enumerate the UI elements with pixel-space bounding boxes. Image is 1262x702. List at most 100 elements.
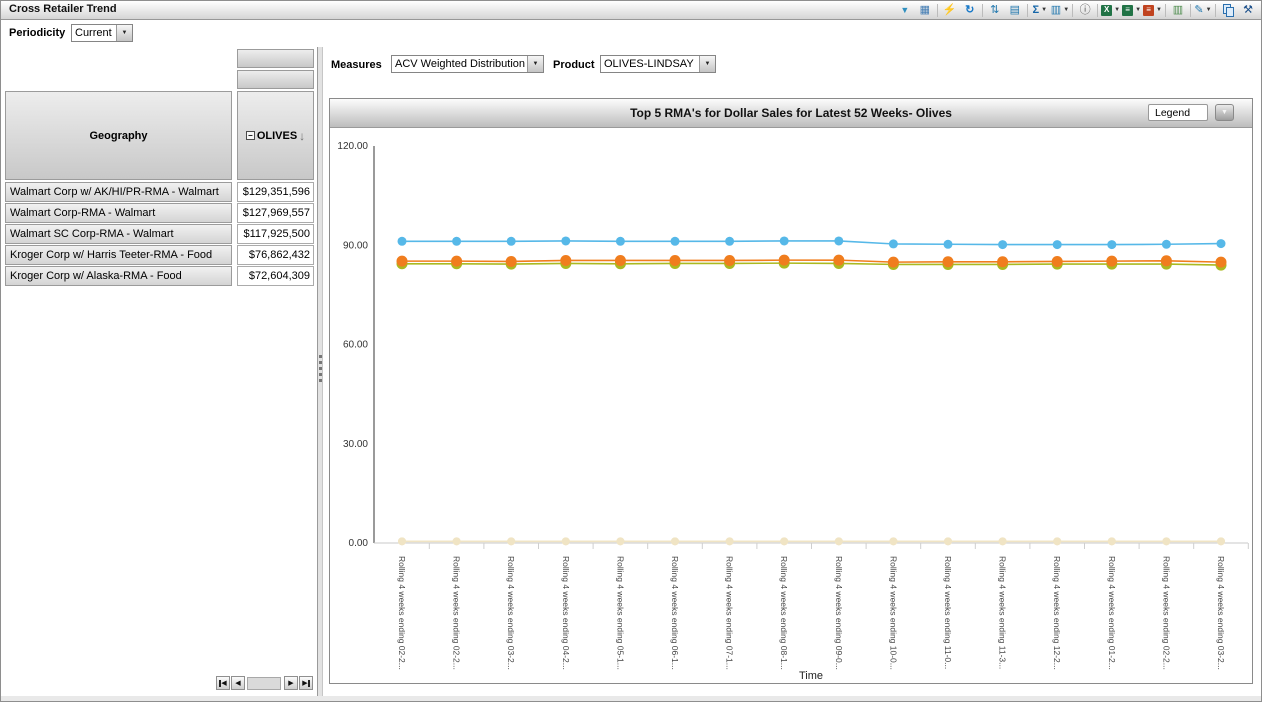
geography-table-panel: Geography − OLIVES ↓ Walmart Corp w/ AK/… [1, 47, 317, 696]
series-line-series-2 [402, 260, 1221, 262]
dropdown-arrow-icon: ▼ [116, 25, 132, 41]
columns-icon: ▥ [1051, 5, 1061, 16]
data-point [834, 236, 843, 245]
export-excel-data-button[interactable]: ≡▼ [1121, 2, 1142, 18]
value-cell: $117,925,500 [237, 224, 314, 244]
geography-cell[interactable]: Walmart Corp-RMA - Walmart [5, 203, 232, 223]
x-tick-label: Rolling 4 weeks ending 09-0... [834, 556, 844, 670]
edit-button[interactable]: ✎▼ [1193, 2, 1213, 18]
next-page-button[interactable]: ▶ [284, 676, 298, 690]
export-excel-data-icon: ≡ [1122, 5, 1133, 16]
analyze-icon: ⚡ [943, 5, 957, 16]
data-point [1053, 537, 1061, 545]
export-excel-icon: X [1101, 5, 1112, 16]
info-icon: ⓘ [1080, 5, 1091, 16]
refresh-button[interactable]: ↻ [960, 2, 980, 18]
data-point [616, 237, 625, 246]
columns-button[interactable]: ▥▼ [1050, 2, 1070, 18]
data-point [1162, 240, 1171, 249]
dropdown-arrow-icon: ▼ [699, 56, 715, 72]
geography-cell[interactable]: Kroger Corp w/ Harris Teeter-RMA - Food [5, 245, 232, 265]
data-point [398, 237, 407, 246]
data-point [833, 255, 844, 266]
olives-column-header[interactable]: − OLIVES ↓ [237, 91, 314, 180]
last-page-button[interactable]: ▶ [299, 676, 313, 690]
export-powerpoint-button[interactable]: ≡▼ [1142, 2, 1163, 18]
app-window: Cross Retailer Trend ▼▦⚡↻⇅▤Σ▼▥▼ⓘX▼≡▼≡▼▥✎… [0, 0, 1262, 702]
tools-icon: ⚒ [1243, 5, 1253, 16]
geography-cell[interactable]: Walmart SC Corp-RMA - Walmart [5, 224, 232, 244]
sort-button[interactable]: ⇅ [985, 2, 1005, 18]
filter-button[interactable]: ▼ [895, 2, 915, 18]
grid-button[interactable]: ▦ [915, 2, 935, 18]
x-tick-label: Rolling 4 weeks ending 08-1... [779, 556, 789, 670]
sort-descending-icon[interactable]: ↓ [299, 129, 305, 143]
product-label: Product [553, 59, 595, 71]
legend-dropdown-button[interactable]: ▼ [1215, 104, 1234, 121]
data-point [671, 537, 679, 545]
previous-page-button[interactable]: ◀ [231, 676, 245, 690]
data-point [670, 255, 681, 266]
product-select[interactable]: OLIVES-LINDSAY ▼ [600, 55, 716, 73]
data-point [453, 537, 461, 545]
chart-header: Top 5 RMA's for Dollar Sales for Latest … [330, 99, 1252, 128]
chart-panel: Measures ACV Weighted Distribution ▼ Pro… [323, 47, 1261, 696]
toolbar-separator [937, 4, 938, 17]
value-cell: $129,351,596 [237, 182, 314, 202]
data-point [726, 537, 734, 545]
toolbar-separator [1072, 4, 1073, 17]
measures-value: ACV Weighted Distribution [392, 56, 527, 72]
value-cell: $127,969,557 [237, 203, 314, 223]
data-point [724, 255, 735, 266]
sum-button[interactable]: Σ▼ [1030, 2, 1050, 18]
copy-button[interactable] [1218, 2, 1238, 18]
x-tick-label: Rolling 4 weeks ending 06-1... [670, 556, 680, 670]
data-point [562, 537, 570, 545]
export-excel-button[interactable]: X▼ [1100, 2, 1121, 18]
series-line-series-1 [402, 241, 1221, 245]
format-table-button[interactable]: ▤ [1005, 2, 1025, 18]
first-page-button[interactable]: ◀ [216, 676, 230, 690]
tools-button[interactable]: ⚒ [1238, 2, 1258, 18]
geography-column-header[interactable]: Geography [5, 91, 232, 180]
data-point [671, 237, 680, 246]
periodicity-select[interactable]: Current ▼ [71, 24, 133, 42]
data-point [397, 256, 408, 267]
legend-label: Legend [1155, 107, 1190, 119]
previous-page-icon: ◀ [235, 679, 240, 687]
geography-header-label: Geography [89, 130, 147, 142]
x-tick-label: Rolling 4 weeks ending 03-2... [1216, 556, 1226, 670]
data-point [1162, 537, 1170, 545]
toolbar-separator [1215, 4, 1216, 17]
data-point [944, 240, 953, 249]
x-tick-label: Rolling 4 weeks ending 02-2... [452, 556, 462, 670]
chevron-down-icon: ▼ [1041, 7, 1047, 13]
measures-select[interactable]: ACV Weighted Distribution ▼ [391, 55, 544, 73]
data-point [1053, 240, 1062, 249]
toolbar: ▼▦⚡↻⇅▤Σ▼▥▼ⓘX▼≡▼≡▼▥✎▼⚒ [895, 1, 1258, 19]
data-point [725, 237, 734, 246]
data-point [1216, 257, 1227, 268]
chevron-down-icon: ▼ [1063, 7, 1069, 13]
value-cell: $72,604,309 [237, 266, 314, 286]
data-point [616, 537, 624, 545]
data-point [1161, 255, 1172, 266]
collapse-icon[interactable]: − [246, 131, 255, 140]
product-value: OLIVES-LINDSAY [601, 56, 699, 72]
x-tick-label: Rolling 4 weeks ending 02-2... [397, 556, 407, 670]
data-point [451, 256, 462, 267]
analyze-button[interactable]: ⚡ [940, 2, 960, 18]
info-button[interactable]: ⓘ [1075, 2, 1095, 18]
geography-cell[interactable]: Walmart Corp w/ AK/HI/PR-RMA - Walmart [5, 182, 232, 202]
data-point [779, 255, 790, 266]
dropdown-arrow-icon: ▼ [527, 56, 543, 72]
y-tick-label: 90.00 [343, 240, 368, 251]
select-table-button[interactable]: ▥ [1168, 2, 1188, 18]
legend-dropdown[interactable]: Legend [1148, 104, 1208, 121]
x-tick-label: Rolling 4 weeks ending 05-1... [615, 556, 625, 670]
data-point [561, 236, 570, 245]
geography-cell[interactable]: Kroger Corp w/ Alaska-RMA - Food [5, 266, 232, 286]
data-point [889, 239, 898, 248]
periodicity-label: Periodicity [9, 27, 65, 39]
x-tick-label: Rolling 4 weeks ending 11-3... [998, 556, 1008, 669]
